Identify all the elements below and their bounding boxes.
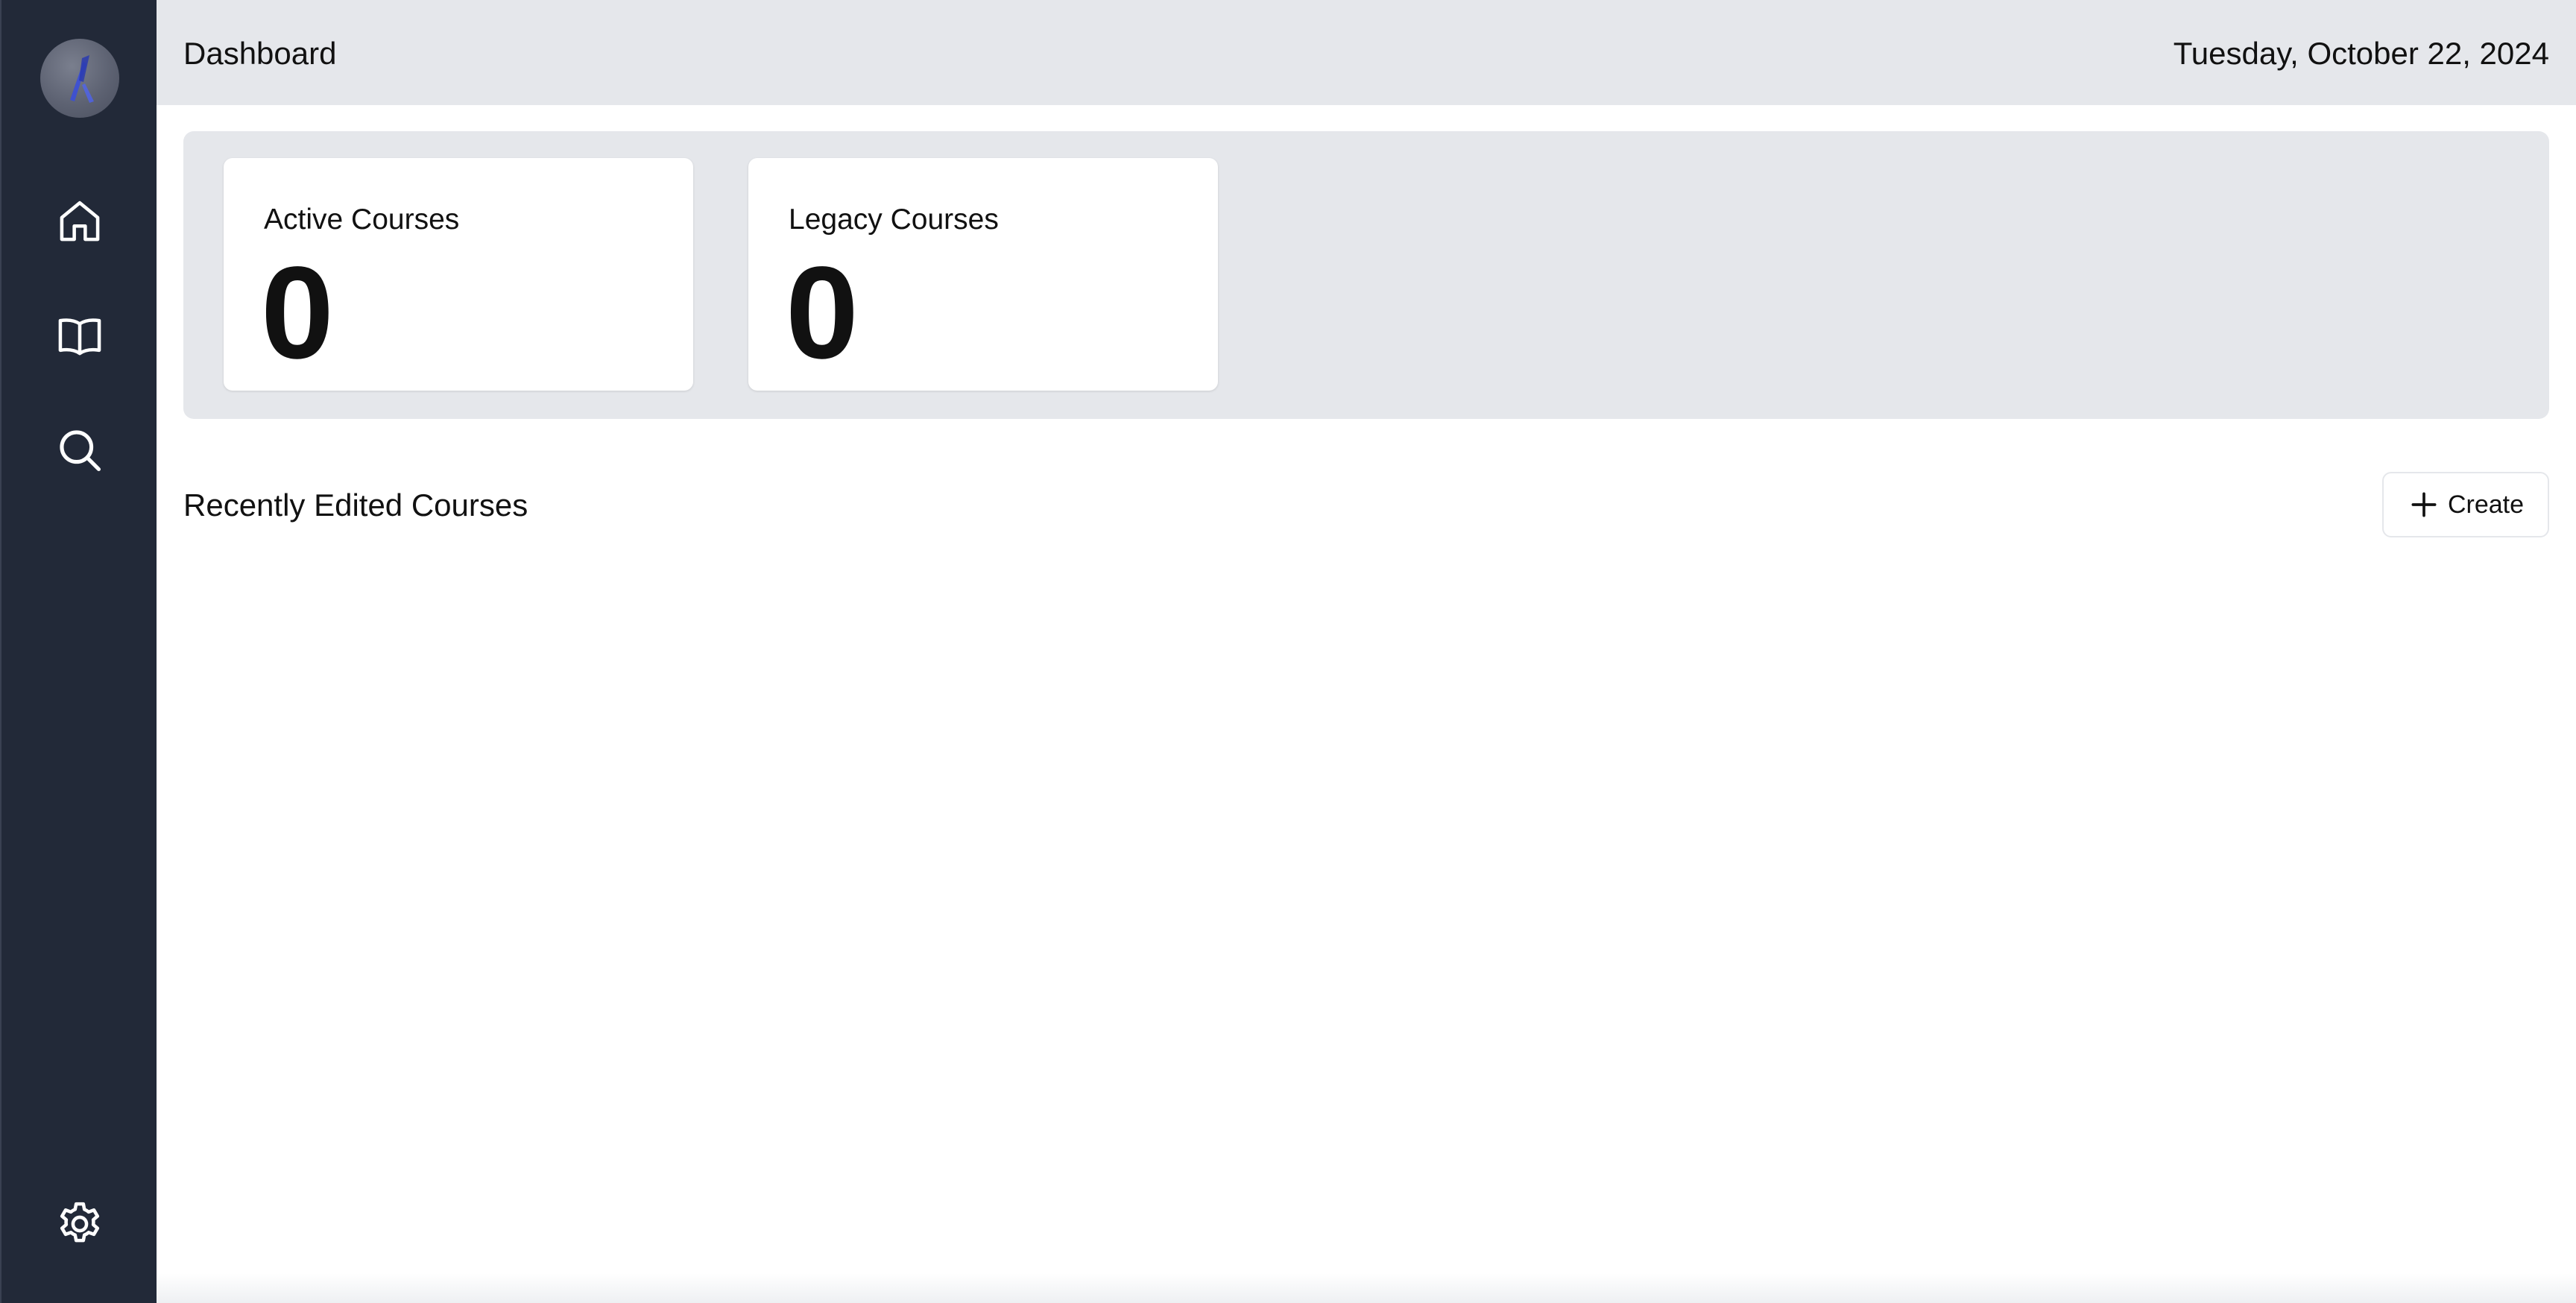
sidebar-item-settings[interactable] [42,1187,117,1261]
top-bar: Dashboard Tuesday, October 22, 2024 [157,0,2576,105]
stat-label: Active Courses [264,204,460,236]
create-button-label: Create [2447,490,2525,519]
plus-icon [2411,492,2437,517]
stat-value: 0 [786,240,859,386]
section-title: Recently Edited Courses [183,488,528,523]
book-open-icon [58,318,101,356]
avatar[interactable] [40,39,119,118]
active-courses-card[interactable]: Active Courses 0 [224,158,693,391]
legacy-courses-card[interactable]: Legacy Courses 0 [748,158,1218,391]
current-date: Tuesday, October 22, 2024 [2173,36,2549,71]
sidebar-item-courses[interactable] [42,298,117,373]
stat-label: Legacy Courses [789,204,999,236]
main-content: Dashboard Tuesday, October 22, 2024 Acti… [157,0,2576,1303]
sidebar-item-home[interactable] [42,184,117,259]
stats-panel: Active Courses 0 Legacy Courses 0 [183,131,2549,419]
scroll-shadow [157,1273,2576,1303]
gear-icon [60,1202,100,1243]
stat-value: 0 [261,240,334,386]
create-button[interactable]: Create [2382,472,2549,537]
sidebar-item-search[interactable] [42,413,117,488]
page-title: Dashboard [183,36,337,71]
app-window: Dashboard Tuesday, October 22, 2024 Acti… [0,0,2576,1303]
logo-icon [70,55,94,103]
sidebar [0,0,157,1303]
home-icon [60,201,100,242]
search-icon [60,430,101,472]
